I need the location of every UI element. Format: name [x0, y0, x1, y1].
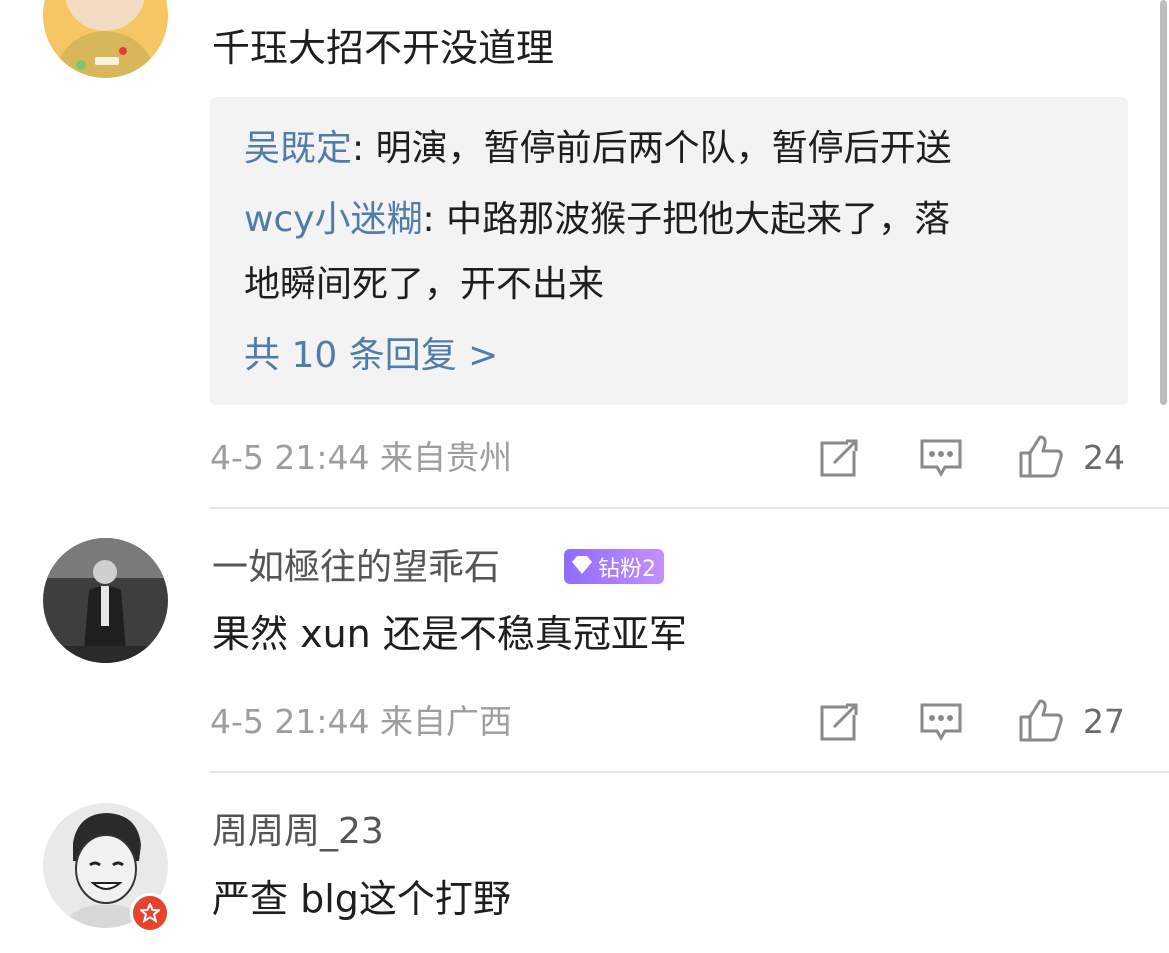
verified-star-icon	[130, 893, 170, 933]
reply-preview-box[interactable]: 吴既定: 明演，暂停前后两个队，暂停后开送 wcy小迷糊: 中路那波猴子把他大起…	[210, 97, 1128, 405]
reply-text: : 中路那波猴子把他大起来了，落	[422, 199, 951, 240]
reply-username[interactable]: 吴既定	[244, 128, 352, 169]
reply-line: 吴既定: 明演，暂停前后两个队，暂停后开送	[244, 126, 952, 172]
like-count: 27	[1083, 702, 1125, 741]
comment-text: 严查 blg这个打野	[212, 877, 511, 921]
reply-username[interactable]: wcy小迷糊	[244, 199, 423, 240]
comment-icon[interactable]	[918, 699, 964, 745]
comment-text: 千珏大招不开没道理	[212, 26, 555, 70]
divider	[210, 771, 1169, 773]
badge-label: 钻粉2	[598, 556, 656, 582]
avatar[interactable]	[43, 538, 168, 663]
comment-text: 果然 xun 还是不稳真冠亚军	[212, 612, 687, 656]
reply-text: : 明演，暂停前后两个队，暂停后开送	[352, 128, 952, 169]
comment-icon[interactable]	[918, 435, 964, 481]
username[interactable]: 一如極往的望乖石	[212, 546, 500, 590]
reply-line: wcy小迷糊: 中路那波猴子把他大起来了，落	[244, 197, 950, 243]
fan-badge: 钻粉2	[564, 549, 664, 584]
divider	[210, 507, 1169, 509]
comment-meta: 4-5 21:44 来自广西	[210, 702, 512, 741]
scrollbar[interactable]	[1160, 0, 1167, 405]
view-all-replies-link[interactable]: 共 10 条回复 >	[244, 334, 498, 378]
thumbs-up-icon[interactable]	[1018, 697, 1064, 743]
avatar[interactable]	[43, 0, 168, 78]
share-icon[interactable]	[816, 435, 862, 481]
username[interactable]: 周周周_23	[212, 810, 384, 854]
comment-meta: 4-5 21:44 来自贵州	[210, 438, 512, 477]
diamond-icon	[570, 554, 594, 580]
like-count: 24	[1083, 438, 1125, 477]
thumbs-up-icon[interactable]	[1018, 433, 1064, 479]
reply-text-continued: 地瞬间死了，开不出来	[244, 264, 605, 305]
share-icon[interactable]	[816, 699, 862, 745]
